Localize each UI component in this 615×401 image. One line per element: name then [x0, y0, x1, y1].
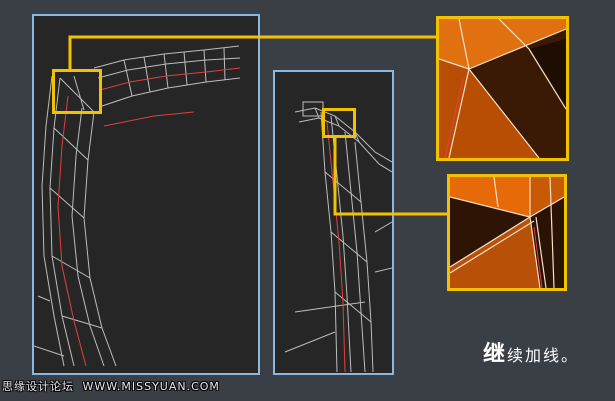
watermark-site-name: 思缘设计论坛	[2, 380, 74, 393]
site-watermark: 思缘设计论坛 WWW.MISSYUAN.COM	[2, 378, 220, 394]
zoom-detail-bottom-image	[450, 177, 564, 288]
zoom-detail-top-image	[439, 19, 566, 158]
caption-rest: 续加线。	[507, 346, 580, 365]
highlight-box-right	[322, 108, 356, 138]
highlight-box-left	[52, 69, 102, 114]
caption-first-char: 继	[483, 342, 508, 367]
caption-text: 继续加线。	[483, 336, 579, 368]
watermark-site-url: WWW.MISSYUAN.COM	[82, 380, 220, 393]
zoom-panel-top	[436, 16, 569, 161]
zoom-panel-bottom	[447, 174, 567, 291]
